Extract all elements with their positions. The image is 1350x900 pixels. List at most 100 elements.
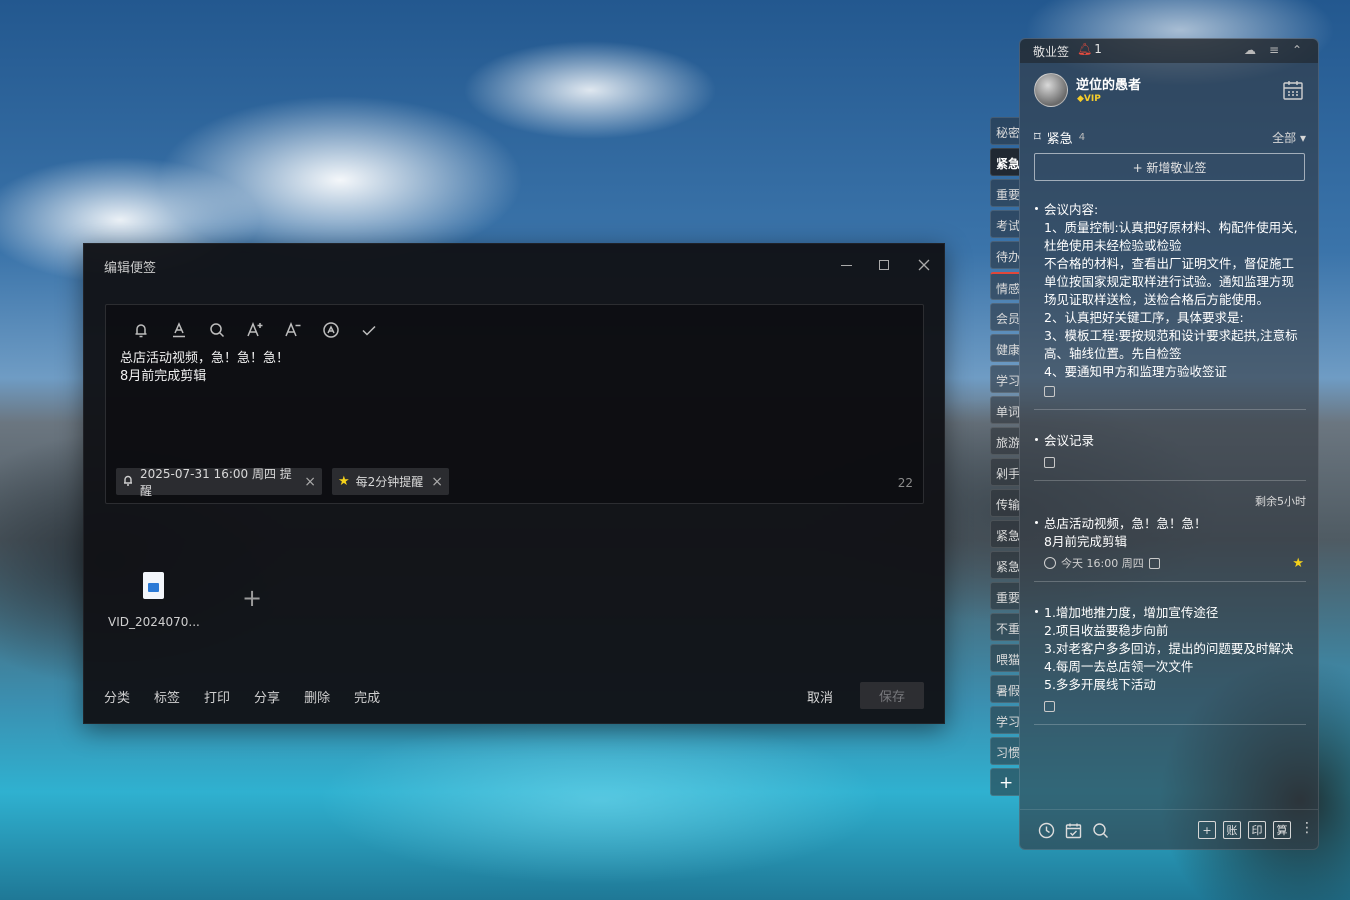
star-icon: ★: [338, 474, 350, 489]
tab-not-important[interactable]: 不重: [990, 613, 1019, 641]
add-button[interactable]: +: [1198, 821, 1216, 839]
category-button[interactable]: 分类: [104, 687, 130, 706]
tab-urgent-2[interactable]: 紧急: [990, 520, 1019, 548]
panel-footer: + 账 印 算 ⋮: [1020, 809, 1318, 849]
category-tabs: 秘密 紧急 重要 考试 待办 情感 会员 健康 学习 单词 旅游 剁手 传输 紧…: [990, 117, 1020, 799]
note-icon: [1044, 700, 1055, 712]
note-icon: [1044, 385, 1055, 397]
share-button[interactable]: 分享: [254, 687, 280, 706]
tab-transfer[interactable]: 传输: [990, 489, 1019, 517]
cancel-button[interactable]: 取消: [807, 687, 833, 706]
reminder-tool[interactable]: [122, 319, 160, 341]
tab-shopping[interactable]: 剁手: [990, 458, 1019, 486]
new-note-button[interactable]: + 新增敬业签: [1034, 153, 1305, 181]
font-increase-tool[interactable]: [236, 319, 274, 341]
category-row: ⌑ 紧急 4 全部 ▾: [1034, 128, 1306, 147]
font-style-tool[interactable]: [312, 319, 350, 341]
close-icon: [918, 259, 930, 271]
save-button[interactable]: 保存: [860, 682, 924, 709]
accounting-button[interactable]: 账: [1223, 821, 1241, 839]
search-tool[interactable]: [198, 319, 236, 341]
avatar[interactable]: [1034, 73, 1068, 107]
clock-icon: [1044, 557, 1056, 569]
tab-words[interactable]: 单词: [990, 396, 1019, 424]
check-icon: [362, 325, 376, 336]
font-decrease-icon: [285, 322, 301, 337]
list-item[interactable]: 剩余5小时 总店活动视频，急！急！急！ 8月前完成剪辑 今天 16:00 周四 …: [1034, 495, 1306, 582]
notes-panel: 敬业签 🔔︎ 1 ☁ ≡ ⌃ 逆位的愚者 ◆VIP ⌑ 紧急 4 全部 ▾ + …: [1019, 38, 1319, 850]
print-button[interactable]: 印: [1248, 821, 1266, 839]
more-icon[interactable]: ⋮: [1300, 820, 1314, 836]
char-count: 22: [897, 476, 913, 490]
bell-icon: [122, 474, 134, 489]
search-button[interactable]: [1092, 822, 1109, 839]
tab-important-2[interactable]: 重要: [990, 582, 1019, 610]
tab-todo[interactable]: 待办: [990, 241, 1019, 269]
text-color-tool[interactable]: [160, 319, 198, 341]
complete-button[interactable]: 完成: [354, 687, 380, 706]
format-toolbar: [122, 319, 388, 341]
note-content[interactable]: 总店活动视频，急！急！急！ 8月前完成剪辑: [120, 350, 289, 386]
content-line: 总店活动视频，急！急！急！: [120, 351, 290, 366]
tab-member[interactable]: 会员: [990, 303, 1019, 331]
category-name: 紧急: [1046, 132, 1073, 147]
bell-icon: [135, 324, 147, 338]
tab-study[interactable]: 学习: [990, 365, 1019, 393]
notification-bell-icon: 🔔︎: [1077, 42, 1093, 56]
cloud-sync-icon[interactable]: ☁: [1244, 43, 1256, 57]
list-item[interactable]: 会议记录: [1034, 428, 1306, 481]
menu-icon[interactable]: ≡: [1269, 43, 1279, 57]
close-button[interactable]: [913, 254, 935, 276]
font-decrease-tool[interactable]: [274, 319, 312, 341]
search-icon: [1093, 823, 1108, 838]
tab-exam[interactable]: 考试: [990, 210, 1019, 238]
tag-button[interactable]: 标签: [154, 687, 180, 706]
tab-health[interactable]: 健康: [990, 334, 1019, 362]
tab-summer[interactable]: 暑假: [990, 675, 1019, 703]
tab-travel[interactable]: 旅游: [990, 427, 1019, 455]
attachment-item[interactable]: VID_2024070...: [108, 572, 200, 629]
star-icon: ★: [1292, 556, 1304, 571]
chevron-down-icon: ▾: [1299, 131, 1306, 145]
maximize-icon: [879, 260, 889, 270]
notes-list: 会议内容: 1、质量控制:认真把好原材料、构配件使用关,杜绝使用未经检验或检验 …: [1034, 197, 1306, 743]
dialog-title: 编辑便签: [104, 261, 157, 276]
attachment-name: VID_2024070...: [108, 615, 200, 629]
delete-button[interactable]: 删除: [304, 687, 330, 706]
tab-emotion[interactable]: 情感: [990, 272, 1019, 300]
calendar-button[interactable]: [1282, 79, 1304, 101]
tab-habit[interactable]: 习惯: [990, 737, 1019, 765]
print-button[interactable]: 打印: [204, 687, 230, 706]
tab-secret[interactable]: 秘密: [990, 117, 1019, 145]
collapse-icon[interactable]: ⌃: [1292, 43, 1302, 57]
maximize-button[interactable]: [873, 254, 895, 276]
note-editor[interactable]: 总店活动视频，急！急！急！ 8月前完成剪辑 2025-07-31 16:00 周…: [105, 304, 924, 504]
reminder-chip[interactable]: 2025-07-31 16:00 周四 提醒 ×: [116, 467, 322, 498]
remove-reminder-icon[interactable]: ×: [304, 474, 316, 490]
user-name[interactable]: 逆位的愚者: [1076, 74, 1141, 93]
list-item[interactable]: 1.增加地推力度，增加宣传途径 2.项目收益要稳步向前 3.对老客户多多回访，提…: [1034, 600, 1306, 725]
font-increase-icon: [247, 322, 263, 337]
app-title: 敬业签: [1033, 45, 1070, 59]
clock-icon: [1038, 822, 1055, 839]
minimize-icon: [840, 264, 852, 266]
minimize-button[interactable]: [835, 254, 857, 276]
tab-urgent[interactable]: 紧急: [990, 148, 1019, 176]
filter-dropdown[interactable]: 全部 ▾: [1272, 129, 1306, 146]
tab-feed-cat[interactable]: 喂猫: [990, 644, 1019, 672]
history-button[interactable]: [1038, 822, 1055, 839]
tab-study-2[interactable]: 学习: [990, 706, 1019, 734]
notification-button[interactable]: 🔔︎ 1: [1077, 42, 1102, 56]
add-category-button[interactable]: +: [990, 768, 1019, 796]
tab-urgent-3[interactable]: 紧急: [990, 551, 1019, 579]
check-tool[interactable]: [350, 319, 388, 341]
note-icon: [1148, 557, 1160, 569]
list-item[interactable]: 会议内容: 1、质量控制:认真把好原材料、构配件使用关,杜绝使用未经检验或检验 …: [1034, 197, 1306, 410]
done-list-button[interactable]: [1065, 822, 1082, 839]
repeat-chip[interactable]: ★ 每2分钟提醒 ×: [332, 468, 449, 495]
tab-important[interactable]: 重要: [990, 179, 1019, 207]
add-attachment-button[interactable]: +: [242, 584, 262, 612]
remove-repeat-icon[interactable]: ×: [431, 474, 443, 490]
calculator-button[interactable]: 算: [1273, 821, 1291, 839]
repeat-text: 每2分钟提醒: [355, 475, 424, 489]
